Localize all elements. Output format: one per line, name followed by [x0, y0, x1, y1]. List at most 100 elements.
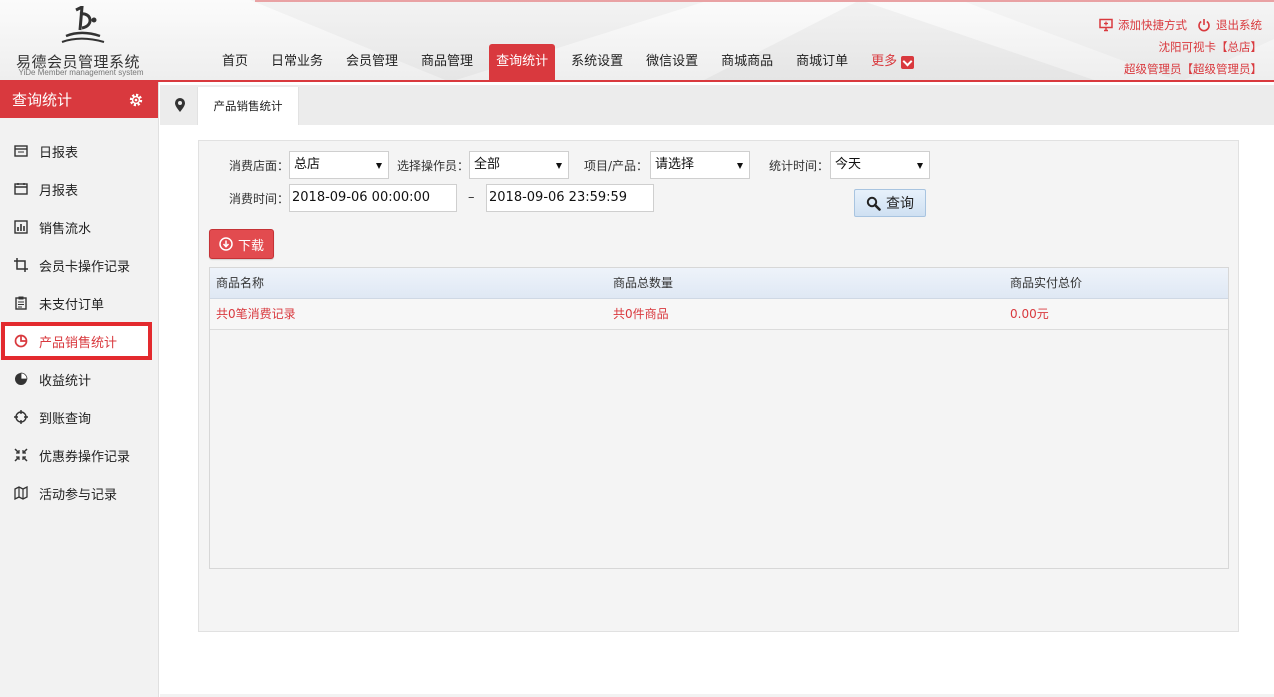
power-icon [1198, 19, 1210, 32]
arrows-in-icon [14, 448, 28, 462]
period-select[interactable]: 今天 [830, 151, 930, 179]
top-right-panel: 添加快捷方式 退出系统 沈阳可视卡【总店】 超级管理员【超级管理员】 [1089, 14, 1262, 80]
column-header-total-quantity[interactable]: 商品总数量 [607, 268, 1004, 298]
calendar-icon [14, 145, 28, 157]
summary-quantity: 共0件商品 [613, 307, 669, 321]
sidebar-item-label: 会员卡操作记录 [39, 259, 131, 275]
query-button-label: 查询 [886, 196, 914, 212]
sidebar-item-daily-report[interactable]: 日报表 [0, 132, 158, 170]
current-store: 沈阳可视卡【总店】 [1158, 40, 1263, 54]
nav-item-home[interactable]: 首页 [215, 44, 255, 80]
app-subtitle: YiDe Member management system [18, 68, 144, 77]
logout-label: 退出系统 [1216, 18, 1262, 32]
pie-chart-icon [14, 334, 28, 348]
nav-more-label: 更多 [871, 54, 898, 69]
dropdown-arrow-icon [917, 163, 923, 169]
item-select-value: 请选择 [655, 157, 695, 172]
header-topline [255, 0, 1274, 2]
crosshair-icon [14, 410, 28, 424]
sidebar-item-label: 产品销售统计 [39, 335, 118, 351]
sidebar-item-card-operations[interactable]: 会员卡操作记录 [0, 246, 158, 284]
nav-item-wechat-settings[interactable]: 微信设置 [639, 44, 705, 80]
column-header-product-name[interactable]: 商品名称 [210, 268, 607, 298]
bar-chart-icon [14, 220, 28, 234]
item-select[interactable]: 请选择 [650, 151, 750, 179]
sidebar: 查询统计 日报表 月报表 销售流水 会员卡操作记录 未支付订单 产品销售统计 收… [0, 82, 159, 697]
search-icon [866, 196, 881, 211]
sidebar-item-sales-flow[interactable]: 销售流水 [0, 208, 158, 246]
store-select-value: 总店 [294, 157, 321, 172]
logo-mark-icon [61, 6, 105, 43]
nav-item-mall-orders[interactable]: 商城订单 [789, 44, 855, 80]
dropdown-arrow-icon [376, 163, 382, 169]
sidebar-item-label: 活动参与记录 [39, 487, 118, 503]
sidebar-item-label: 收益统计 [39, 373, 92, 389]
calendar-month-icon [14, 183, 28, 195]
dropdown-arrow-icon [737, 163, 743, 169]
sidebar-item-coupon-operations[interactable]: 优惠券操作记录 [0, 436, 158, 474]
store-select[interactable]: 总店 [289, 151, 389, 179]
sidebar-title: 查询统计 [12, 91, 73, 109]
pie-filled-icon [15, 372, 28, 385]
sidebar-item-product-sales-stats[interactable]: 产品销售统计 [1, 322, 152, 360]
period-select-value: 今天 [835, 157, 862, 172]
sidebar-item-arrival-query[interactable]: 到账查询 [0, 398, 158, 436]
sidebar-header: 查询统计 [0, 82, 158, 118]
download-button-label: 下载 [237, 238, 264, 254]
operator-select-value: 全部 [474, 157, 501, 172]
clipboard-icon [15, 296, 27, 310]
download-button[interactable]: 下载 [209, 229, 274, 259]
sidebar-item-revenue-stats[interactable]: 收益统计 [0, 360, 158, 398]
time-start-input[interactable]: 2018-09-06 00:00:00 [289, 184, 457, 212]
top-header: 易德会员管理系统 YiDe Member management system 首… [0, 0, 1274, 82]
period-label: 统计时间： [769, 159, 830, 173]
sidebar-item-unpaid-orders[interactable]: 未支付订单 [0, 284, 158, 322]
main-nav: 首页 日常业务 会员管理 商品管理 查询统计 系统设置 微信设置 商城商品 商城… [215, 44, 930, 80]
nav-item-members[interactable]: 会员管理 [339, 44, 405, 80]
nav-item-mall-products[interactable]: 商城商品 [714, 44, 780, 80]
nav-item-more[interactable]: 更多 [864, 44, 921, 80]
operator-select[interactable]: 全部 [469, 151, 569, 179]
column-header-total-paid[interactable]: 商品实付总价 [1004, 268, 1228, 298]
time-end-input[interactable]: 2018-09-06 23:59:59 [486, 184, 654, 212]
table-row: 共0笔消费记录 共0件商品 0.00元 [210, 299, 1228, 330]
sidebar-menu: 日报表 月报表 销售流水 会员卡操作记录 未支付订单 产品销售统计 收益统计 到… [0, 132, 158, 512]
sidebar-item-label: 未支付订单 [39, 297, 105, 313]
download-icon [219, 237, 233, 251]
sidebar-item-label: 销售流水 [39, 221, 92, 237]
content-panel: 消费店面： 总店 选择操作员： 全部 项目/产品： 请选择 统计时间： 今天 消… [198, 140, 1239, 632]
time-label: 消费时间： [229, 192, 290, 206]
tab-product-sales-stats[interactable]: 产品销售统计 [197, 87, 299, 125]
app-logo[interactable]: 易德会员管理系统 YiDe Member management system [6, 4, 156, 78]
nav-item-query-stats[interactable]: 查询统计 [489, 44, 556, 80]
chevron-down-icon [901, 55, 915, 69]
monitor-icon [1099, 18, 1113, 32]
operator-label: 选择操作员： [397, 159, 470, 173]
crop-icon [14, 258, 28, 272]
sidebar-item-label: 到账查询 [39, 411, 92, 427]
dropdown-arrow-icon [556, 163, 562, 169]
summary-total: 0.00元 [1010, 307, 1049, 321]
sidebar-item-activity-records[interactable]: 活动参与记录 [0, 474, 158, 512]
summary-records: 共0笔消费记录 [216, 307, 296, 321]
sidebar-item-monthly-report[interactable]: 月报表 [0, 170, 158, 208]
sidebar-item-label: 月报表 [39, 183, 79, 199]
tab-bar: 产品销售统计 [160, 85, 1274, 125]
add-shortcut-label: 添加快捷方式 [1118, 18, 1187, 32]
sales-table: 商品名称 商品总数量 商品实付总价 共0笔消费记录 共0件商品 0.00元 [209, 267, 1229, 569]
query-button[interactable]: 查询 [854, 189, 926, 217]
time-separator: – [468, 190, 475, 205]
nav-item-system-settings[interactable]: 系统设置 [564, 44, 630, 80]
store-label: 消费店面： [229, 159, 290, 173]
nav-item-products[interactable]: 商品管理 [414, 44, 480, 80]
table-header: 商品名称 商品总数量 商品实付总价 [210, 268, 1228, 299]
current-user: 超级管理员【超级管理员】 [1124, 62, 1262, 76]
map-icon [14, 486, 28, 500]
location-pin-icon[interactable] [174, 97, 186, 113]
gear-icon[interactable] [128, 92, 144, 108]
logout-link[interactable]: 退出系统 [1197, 14, 1262, 36]
item-label: 项目/产品： [584, 159, 649, 173]
add-shortcut-link[interactable]: 添加快捷方式 [1099, 14, 1187, 36]
nav-item-daily-business[interactable]: 日常业务 [264, 44, 330, 80]
sidebar-item-label: 优惠券操作记录 [39, 449, 131, 465]
